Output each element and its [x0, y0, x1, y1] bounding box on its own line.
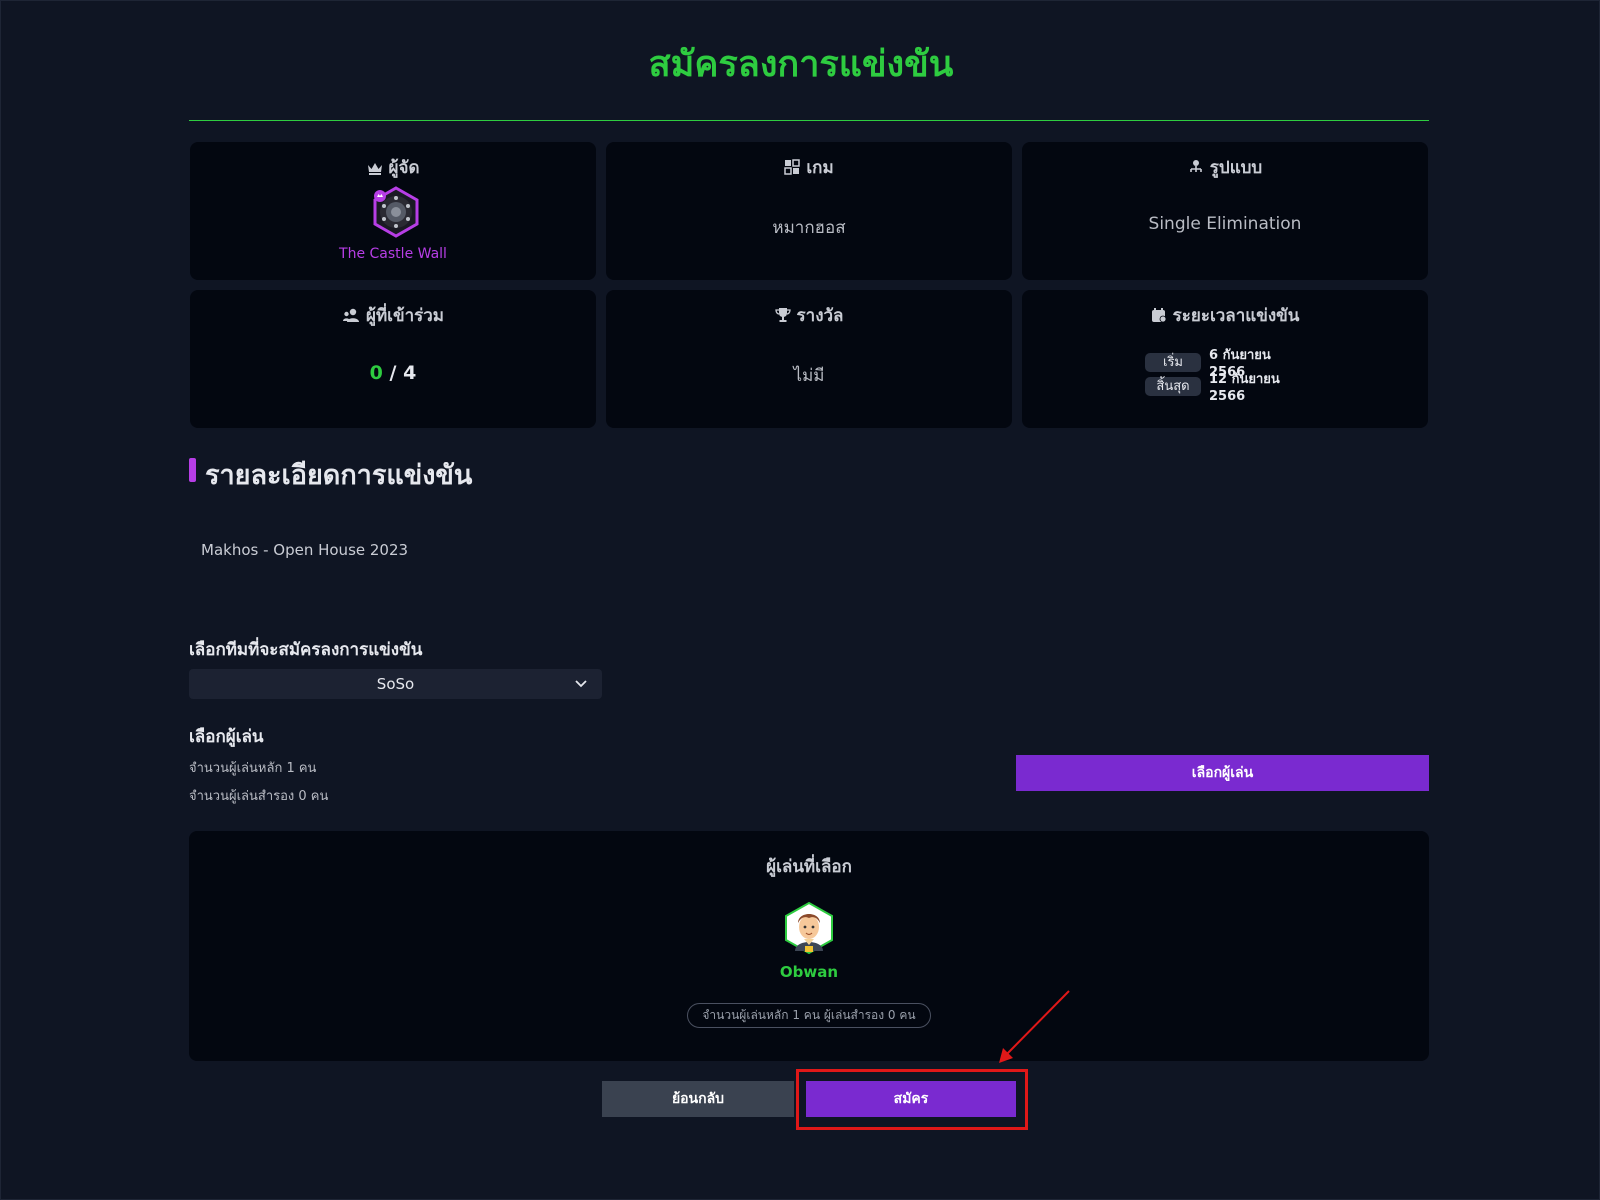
- prize-value: ไม่มี: [793, 366, 825, 386]
- format-heading: รูปแบบ: [1022, 154, 1428, 181]
- title-divider: [189, 120, 1429, 121]
- period-end-row: สิ้นสุด 12 กันยายน 2566: [1022, 372, 1428, 404]
- trophy-icon: [774, 308, 791, 322]
- participants-card: ผู้ที่เข้าร่วม 0 / 4: [190, 290, 596, 428]
- back-button[interactable]: ย้อนกลับ: [602, 1081, 794, 1117]
- highlight-box: [796, 1069, 1028, 1130]
- game-value: หมากฮอส: [772, 218, 846, 238]
- game-card: เกม หมากฮอส: [606, 142, 1012, 280]
- section-accent-bar: [189, 458, 196, 482]
- period-start-label: เริ่ม: [1145, 352, 1201, 372]
- sub-player-count: จำนวนผู้เล่นสำรอง 0 คน: [189, 789, 329, 804]
- participants-heading: ผู้ที่เข้าร่วม: [190, 302, 596, 329]
- prize-card: รางวัล ไม่มี: [606, 290, 1012, 428]
- game-heading: เกม: [606, 154, 1012, 181]
- format-card: รูปแบบ Single Elimination: [1022, 142, 1428, 280]
- prize-heading: รางวัล: [606, 302, 1012, 329]
- period-end-label: สิ้นสุด: [1145, 376, 1201, 396]
- organizer-heading: ผู้จัด: [190, 154, 596, 181]
- chevron-down-icon: [575, 680, 587, 688]
- period-heading: ระยะเวลาแข่งขัน: [1022, 302, 1428, 329]
- participants-count: 0 / 4: [190, 362, 596, 384]
- player-name: Obwan: [779, 963, 839, 981]
- page-title: สมัครลงการแข่งขัน: [648, 44, 954, 85]
- choose-player-button[interactable]: เลือกผู้เล่น: [1016, 755, 1429, 791]
- details-heading: รายละเอียดการแข่งขัน: [189, 453, 472, 491]
- team-select-dropdown[interactable]: SoSo: [189, 669, 602, 699]
- participants-separator: /: [382, 362, 404, 384]
- annotation-arrow-icon: [999, 990, 1070, 1063]
- calendar-icon: [1151, 308, 1166, 323]
- selected-players-title: ผู้เล่นที่เลือก: [766, 857, 852, 877]
- organizer-name[interactable]: The Castle Wall: [190, 246, 596, 262]
- period-end-date: 12 กันยายน 2566: [1209, 372, 1280, 404]
- bracket-icon: [1189, 160, 1202, 172]
- game-icon: [784, 159, 801, 175]
- format-value: Single Elimination: [1148, 214, 1302, 234]
- users-icon: [342, 308, 359, 322]
- registration-page: สมัครลงการแข่งขัน ผู้จัด The Castle Wall…: [0, 0, 1600, 1200]
- team-select-value: SoSo: [376, 675, 415, 693]
- team-select-label: เลือกทีมที่จะสมัครลงการแข่งขัน: [189, 640, 423, 660]
- selected-players-panel: ผู้เล่นที่เลือก Obwan จำนวนผู้เล่นหลัก 1…: [189, 831, 1429, 1061]
- participants-max: 4: [403, 362, 417, 384]
- participants-current: 0: [369, 362, 383, 384]
- crown-icon: [367, 163, 382, 175]
- organizer-card: ผู้จัด The Castle Wall: [190, 142, 596, 280]
- main-player-count: จำนวนผู้เล่นหลัก 1 คน: [189, 761, 317, 776]
- player-summary-badge: จำนวนผู้เล่นหลัก 1 คน ผู้เล่นสำรอง 0 คน: [687, 1003, 931, 1028]
- organizer-logo[interactable]: [370, 186, 422, 238]
- player-select-label: เลือกผู้เล่น: [189, 727, 264, 747]
- period-card: ระยะเวลาแข่งขัน เริ่ม 6 กันยายน 2566 สิ้…: [1022, 290, 1428, 428]
- tournament-description: Makhos - Open House 2023: [201, 541, 409, 559]
- player-avatar[interactable]: [783, 901, 835, 955]
